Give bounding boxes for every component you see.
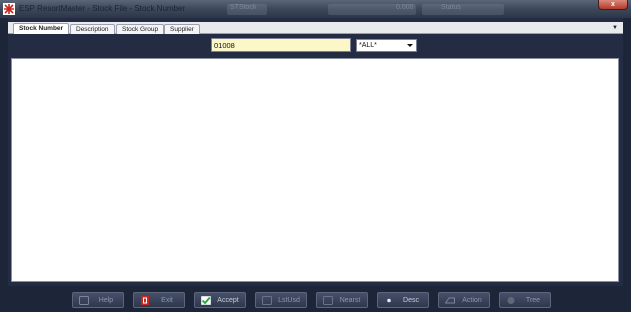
background-title-ghost	[422, 4, 504, 15]
help-button[interactable]: Help	[72, 292, 124, 308]
app-logo-icon	[3, 3, 15, 15]
tab-strip: Stock Number Description Stock Group Sup…	[8, 22, 623, 34]
tab-stock-number[interactable]: Stock Number	[13, 23, 70, 34]
nearest-icon	[323, 296, 333, 305]
tree-button[interactable]: Tree	[499, 292, 551, 308]
last-used-button[interactable]: LstUsd	[255, 292, 307, 308]
tab-supplier[interactable]: Supplier	[164, 24, 200, 34]
tree-icon	[507, 297, 515, 304]
filter-select[interactable]: *ALL*	[356, 39, 417, 52]
tree-label: Tree	[525, 297, 541, 304]
nearest-button[interactable]: Nearst	[316, 292, 368, 308]
stock-number-search-input[interactable]	[211, 38, 351, 52]
help-icon	[79, 296, 89, 305]
tab-label: Stock Number	[19, 25, 64, 32]
close-button[interactable]: x	[598, 0, 628, 10]
action-icon	[445, 297, 455, 304]
exit-label: Exit	[161, 297, 173, 304]
background-title-text: STStock	[230, 4, 257, 11]
tab-label: Stock Group	[122, 26, 159, 33]
exit-door-icon	[141, 296, 149, 305]
checkmark-icon	[201, 296, 211, 305]
chevron-down-icon	[407, 44, 413, 47]
results-list[interactable]	[11, 58, 619, 282]
tab-stock-group[interactable]: Stock Group	[116, 24, 165, 34]
accept-button[interactable]: Accept	[194, 292, 246, 308]
tab-label: Supplier	[170, 26, 194, 33]
bullet-icon	[387, 298, 391, 303]
desc-label: Desc	[403, 297, 419, 304]
help-label: Help	[98, 297, 114, 304]
desc-button[interactable]: Desc	[377, 292, 429, 308]
nearest-label: Nearst	[339, 297, 361, 304]
last-used-label: LstUsd	[278, 297, 300, 304]
action-label: Action	[462, 297, 482, 304]
accept-label: Accept	[217, 297, 239, 304]
tab-description[interactable]: Description	[70, 24, 115, 34]
filter-selected-value: *ALL*	[359, 42, 377, 49]
action-button[interactable]: Action	[438, 292, 490, 308]
exit-button[interactable]: Exit	[133, 292, 185, 308]
background-title-text: Status	[441, 4, 461, 11]
last-used-icon	[262, 296, 272, 305]
background-title-text: 0.000	[396, 4, 414, 11]
chevron-down-icon[interactable]: ▼	[612, 23, 618, 33]
close-icon: x	[611, 1, 615, 8]
tab-label: Description	[76, 26, 109, 33]
title-bar: ESP ResortMaster - Stock File - Stock Nu…	[0, 0, 631, 18]
window-title: ESP ResortMaster - Stock File - Stock Nu…	[19, 4, 186, 13]
